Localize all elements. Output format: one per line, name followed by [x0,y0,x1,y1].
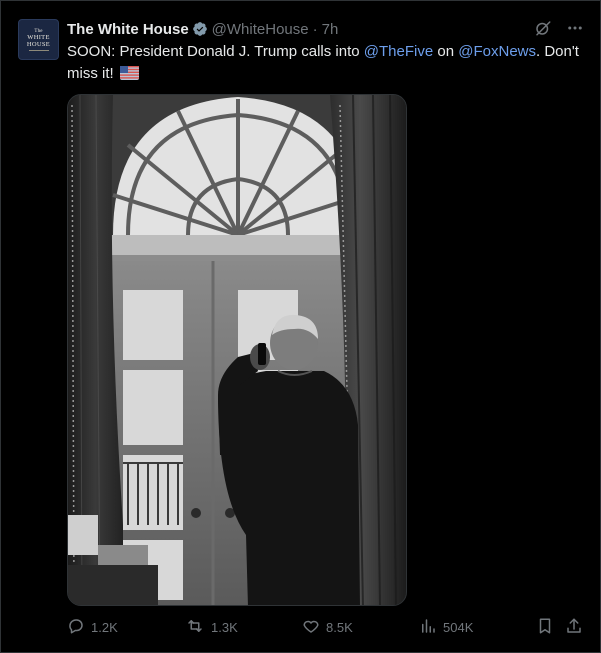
views-button[interactable]: 504K [419,617,473,638]
views-count: 504K [443,620,474,635]
tweet-text: SOON: President Donald J. Trump calls in… [67,41,587,87]
reply-count: 1.2K [91,620,118,635]
like-count: 8.5K [326,620,353,635]
like-button[interactable]: 8.5K [302,617,353,638]
us-flag-emoji [119,65,139,87]
mention-thefive[interactable]: @TheFive [364,43,433,60]
verified-badge-icon[interactable] [192,21,208,37]
avatar-seal-rule [28,49,49,51]
retweet-icon [185,617,205,638]
tweet-card[interactable]: The WHITE HOUSE The White House @WhiteHo… [0,0,601,653]
more-options-icon[interactable] [566,19,584,37]
grok-icon[interactable] [534,19,552,37]
share-icon [565,617,583,638]
tweet-time[interactable]: 7h [322,21,339,38]
share-button[interactable] [565,617,583,638]
avatar-seal-line2: HOUSE [26,40,51,48]
reply-icon [67,617,85,638]
author-handle[interactable]: @WhiteHouse [212,21,309,38]
bookmark-button[interactable] [536,617,554,638]
bookmark-icon [536,617,554,638]
tweet-photo[interactable] [67,94,407,606]
views-chart-icon [419,617,437,638]
retweet-count: 1.3K [211,620,238,635]
top-icons [534,19,584,37]
mention-foxnews[interactable]: @FoxNews [458,43,536,60]
avatar-seal-line1: WHITE [27,33,50,41]
reply-button[interactable]: 1.2K [67,617,118,638]
avatar[interactable]: The WHITE HOUSE [18,19,59,60]
author-display-name[interactable]: The White House [67,21,189,38]
separator-dot: · [312,20,318,38]
tweet-text-part2: on [433,43,459,60]
tweet-actions: 1.2K 1.3K 8.5K 504K [67,617,587,639]
heart-icon [302,617,320,638]
tweet-text-part1: SOON: President Donald J. Trump calls in… [67,43,364,60]
retweet-button[interactable]: 1.3K [185,617,238,638]
tweet-header: The White House @WhiteHouse · 7h [67,19,338,39]
